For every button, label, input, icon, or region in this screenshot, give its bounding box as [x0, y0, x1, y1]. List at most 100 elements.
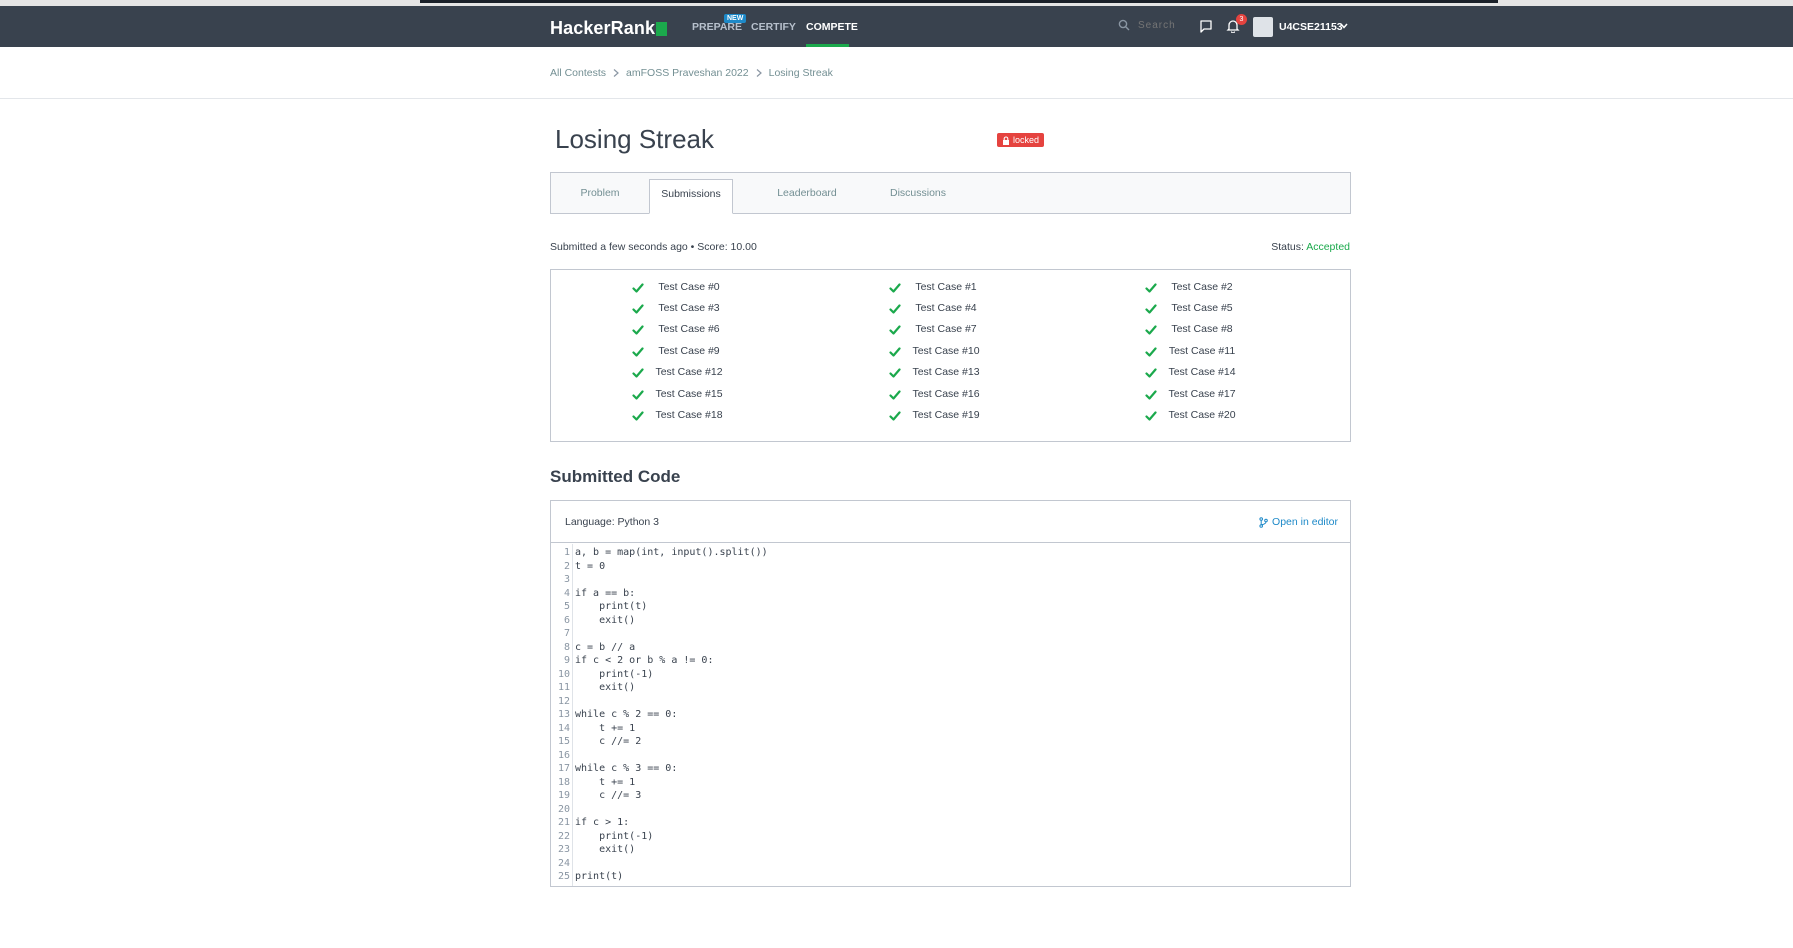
nav-compete[interactable]: COMPETE: [806, 21, 858, 33]
code-text: exit(): [575, 682, 636, 693]
test-case-label[interactable]: Test Case #16: [901, 388, 991, 400]
check-icon: [1145, 368, 1157, 378]
check-icon: [632, 390, 644, 400]
code-text: if c > 1:: [575, 817, 630, 828]
tab-leaderboard[interactable]: Leaderboard: [767, 173, 847, 213]
check-icon: [1145, 325, 1157, 335]
line-number: 9: [563, 655, 570, 666]
test-case-label[interactable]: Test Case #14: [1157, 366, 1247, 378]
test-case-label[interactable]: Test Case #7: [901, 323, 991, 335]
line-number: 22: [557, 830, 570, 842]
nav-prepare[interactable]: PREPARE: [692, 21, 742, 33]
check-icon: [889, 325, 901, 335]
page-title: Losing Streak: [555, 124, 714, 154]
check-icon: [889, 283, 901, 293]
breadcrumb-challenge[interactable]: Losing Streak: [769, 67, 833, 79]
tab-problem[interactable]: Problem: [551, 173, 649, 213]
test-case-label[interactable]: Test Case #12: [644, 366, 734, 378]
code-text: while c % 3 == 0:: [575, 763, 678, 774]
avatar[interactable]: [1253, 17, 1273, 37]
locked-badge: locked: [997, 133, 1045, 147]
code-panel: Language: Python 3 Open in editor 1 a, b …: [550, 500, 1351, 887]
hackerrank-logo[interactable]: HackerRank: [550, 18, 668, 39]
username[interactable]: U4CSE21153: [1279, 21, 1343, 33]
test-case-label[interactable]: Test Case #20: [1157, 409, 1247, 421]
line-number: 6: [563, 614, 570, 626]
check-icon: [1145, 347, 1157, 357]
tab-submissions[interactable]: Submissions: [649, 179, 733, 214]
test-case-label[interactable]: Test Case #8: [1157, 323, 1247, 335]
code-header: Language: Python 3 Open in editor: [551, 501, 1350, 543]
code-text: c = b // a: [575, 641, 636, 653]
code-editor[interactable]: 1 a, b = map(int, input().split()) 2 t = 0 3…: [551, 544, 1350, 886]
lock-icon: [1003, 135, 1009, 145]
line-number: 8: [563, 641, 570, 653]
check-icon: [889, 411, 901, 421]
test-case-label[interactable]: Test Case #18: [644, 409, 734, 421]
check-icon: [1145, 390, 1157, 400]
check-icon: [1145, 283, 1157, 293]
line-number: 4: [563, 587, 570, 599]
check-icon: [889, 368, 901, 378]
challenge-tabs: Problem Submissions Leaderboard Discussi…: [550, 172, 1351, 214]
breadcrumb: All Contests amFOSS Praveshan 2022 Losin…: [550, 67, 833, 79]
code-text: t += 1: [575, 722, 636, 734]
test-case-label[interactable]: Test Case #4: [901, 302, 991, 314]
line-number: 11: [557, 682, 570, 693]
logo-text: HackerRank: [550, 18, 656, 38]
test-case-results: Test Case #0 Test Case #1 Test Case #2 Test…: [550, 269, 1351, 442]
breadcrumb-bar: All Contests amFOSS Praveshan 2022 Losin…: [0, 47, 1793, 99]
line-number: 19: [557, 790, 570, 801]
check-icon: [632, 283, 644, 293]
line-number: 14: [557, 722, 570, 734]
test-case-label[interactable]: Test Case #17: [1157, 388, 1247, 400]
line-number: 10: [557, 668, 570, 680]
code-text: print(-1): [575, 668, 654, 680]
code-text: t = 0: [575, 560, 606, 572]
top-navbar: HackerRank NEW PREPARE CERTIFY COMPETE 3…: [0, 6, 1793, 47]
check-icon: [1145, 411, 1157, 421]
line-number: 17: [557, 763, 570, 774]
nav-certify[interactable]: CERTIFY: [751, 21, 796, 33]
check-icon: [632, 325, 644, 335]
chevron-right-icon: [613, 69, 619, 77]
line-number: 3: [563, 574, 570, 585]
test-case-label[interactable]: Test Case #1: [901, 281, 991, 293]
test-case-label[interactable]: Test Case #0: [644, 281, 734, 293]
open-in-editor-link[interactable]: Open in editor: [1259, 516, 1338, 528]
test-case-label[interactable]: Test Case #10: [901, 345, 991, 357]
logo-square-icon: [656, 21, 668, 36]
breadcrumb-all-contests[interactable]: All Contests: [550, 67, 606, 79]
branch-icon: [1259, 516, 1268, 528]
breadcrumb-contest[interactable]: amFOSS Praveshan 2022: [626, 67, 749, 79]
chevron-down-icon[interactable]: [1339, 21, 1349, 31]
search-input[interactable]: [1138, 19, 1198, 31]
test-case-label[interactable]: Test Case #3: [644, 302, 734, 314]
chevron-right-icon: [756, 69, 762, 77]
top-accent-bar: [420, 0, 1498, 3]
test-case-label[interactable]: Test Case #15: [644, 388, 734, 400]
test-case-label[interactable]: Test Case #9: [644, 345, 734, 357]
code-text: print(t): [575, 601, 648, 612]
locked-label: locked: [1013, 135, 1040, 145]
check-icon: [632, 411, 644, 421]
submitted-code-heading: Submitted Code: [550, 467, 681, 486]
tab-discussions[interactable]: Discussions: [878, 173, 958, 213]
test-case-label[interactable]: Test Case #2: [1157, 281, 1247, 293]
test-case-label[interactable]: Test Case #13: [901, 366, 991, 378]
search-box[interactable]: [1118, 19, 1198, 31]
messages-icon[interactable]: [1199, 19, 1213, 33]
code-text: exit(): [575, 844, 636, 855]
line-number: 21: [557, 817, 570, 828]
test-case-label[interactable]: Test Case #11: [1157, 345, 1247, 357]
line-number: 20: [557, 803, 570, 815]
check-icon: [632, 368, 644, 378]
line-number: 15: [557, 736, 570, 747]
test-case-label[interactable]: Test Case #5: [1157, 302, 1247, 314]
check-icon: [889, 304, 901, 314]
test-case-label[interactable]: Test Case #6: [644, 323, 734, 335]
code-text: while c % 2 == 0:: [575, 709, 678, 720]
test-case-label[interactable]: Test Case #19: [901, 409, 991, 421]
code-text: if a == b:: [575, 587, 636, 599]
search-icon: [1118, 19, 1130, 31]
